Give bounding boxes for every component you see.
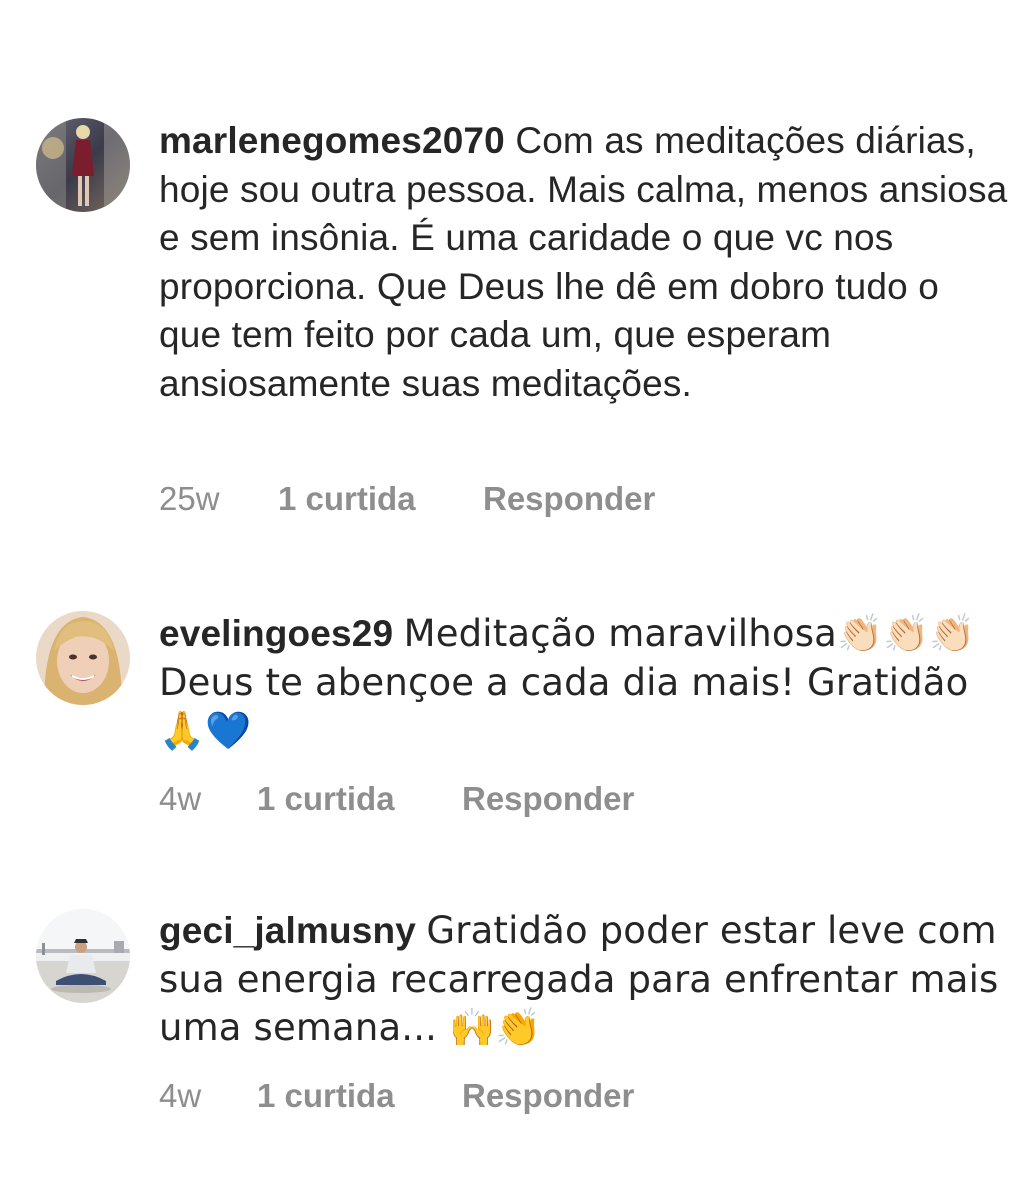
reply-button[interactable]: Responder	[462, 1076, 634, 1116]
avatar-photo-icon	[36, 909, 130, 1003]
avatar[interactable]	[36, 118, 130, 212]
comment-body: marlenegomes2070 Com as meditações diári…	[159, 117, 1009, 408]
comment-body: geci_jalmusny Gratidão poder estar leve …	[159, 907, 1009, 1053]
comment-text: Com as meditações diárias, hoje sou outr…	[159, 120, 1008, 404]
avatar-photo-icon	[36, 118, 130, 212]
comment-username[interactable]: marlenegomes2070	[159, 120, 505, 161]
avatar-photo-icon	[36, 611, 130, 705]
avatar[interactable]	[36, 909, 130, 1003]
likes-count[interactable]: 1 curtida	[278, 479, 416, 519]
likes-count[interactable]: 1 curtida	[257, 1076, 395, 1116]
reply-button[interactable]: Responder	[462, 779, 634, 819]
comment-body: evelingoes29 Meditação maravilhosa👏🏻👏🏻👏🏻…	[159, 610, 1009, 756]
reply-button[interactable]: Responder	[483, 479, 655, 519]
avatar[interactable]	[36, 611, 130, 705]
comment-timestamp[interactable]: 25w	[159, 479, 220, 519]
comment-timestamp[interactable]: 4w	[159, 779, 201, 819]
likes-count[interactable]: 1 curtida	[257, 779, 395, 819]
comment-username[interactable]: evelingoes29	[159, 613, 393, 654]
comment-username[interactable]: geci_jalmusny	[159, 910, 416, 951]
comment-timestamp[interactable]: 4w	[159, 1076, 201, 1116]
